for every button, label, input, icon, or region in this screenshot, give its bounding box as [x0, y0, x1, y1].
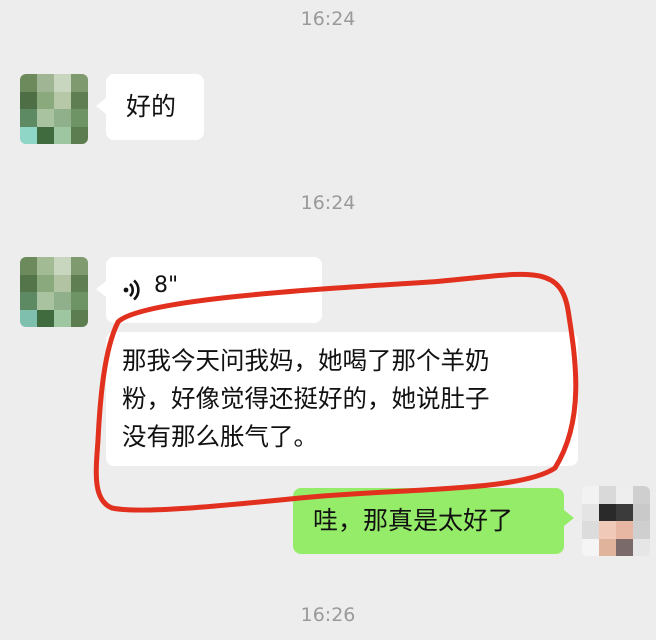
voice-wave-icon: [123, 279, 140, 301]
transcript-line: 粉，好像觉得还挺好的，她说肚子: [122, 384, 490, 413]
message-text: 哇，那真是太好了: [313, 506, 514, 535]
voice-transcript-bubble[interactable]: 那我今天问我妈，她喝了那个羊奶 粉，好像觉得还挺好的，她说肚子 没有那么胀气了。: [106, 332, 578, 466]
my-avatar[interactable]: [582, 486, 650, 556]
transcript-line: 那我今天问我妈，她喝了那个羊奶: [122, 346, 490, 375]
message-bubble-outgoing[interactable]: 哇，那真是太好了: [293, 488, 574, 554]
timestamp: 16:24: [300, 192, 356, 214]
timestamp: 16:24: [300, 8, 356, 30]
message-bubble-incoming[interactable]: 好的: [96, 74, 204, 140]
voice-message-bubble[interactable]: 8": [96, 257, 322, 323]
timestamp: 16:26: [300, 604, 356, 626]
transcript-line: 没有那么胀气了。: [122, 422, 318, 451]
voice-duration: 8": [154, 273, 179, 298]
contact-avatar[interactable]: [20, 257, 88, 327]
contact-avatar[interactable]: [20, 74, 88, 144]
message-text: 好的: [126, 92, 177, 121]
